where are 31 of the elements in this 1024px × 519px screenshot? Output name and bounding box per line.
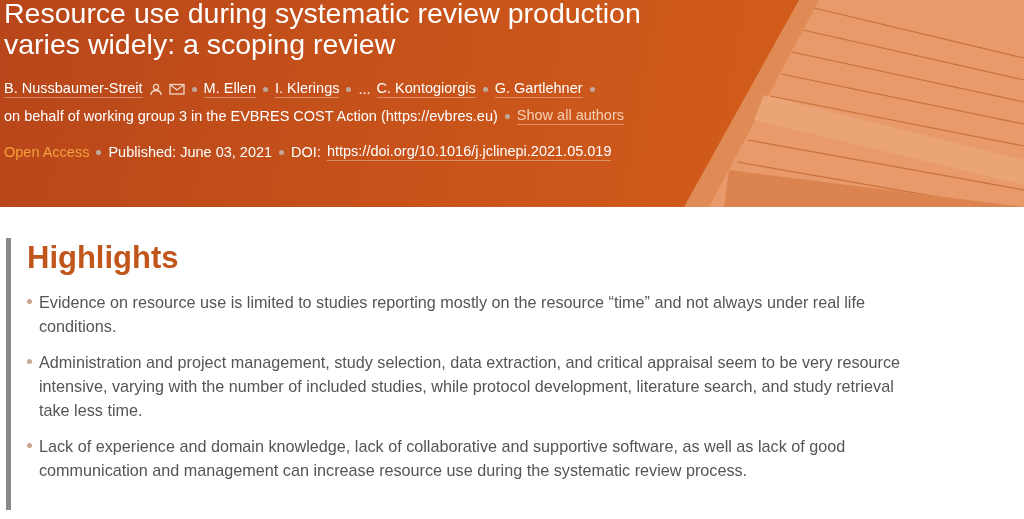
highlight-text: Evidence on resource use is limited to studies reporting mostly on the resource “time” and not always under real life conditions. xyxy=(39,292,866,337)
doi-label: DOI: xyxy=(291,144,321,160)
author-link[interactable]: B. Nussbaumer-Streit xyxy=(4,80,143,98)
author-link[interactable]: C. Kontogiorgis xyxy=(376,80,476,98)
separator-dot xyxy=(263,86,268,92)
article-title: Resource use during systematic review production xyxy=(4,0,642,29)
author-link[interactable]: M. Ellen xyxy=(203,80,256,98)
separator-dot xyxy=(96,149,102,155)
person-icon[interactable] xyxy=(148,82,163,96)
bullet-dot xyxy=(27,359,32,364)
separator-dot xyxy=(589,86,595,92)
doi-link[interactable]: https://doi.org/10.1016/j.jclinepi.2021.05.019 xyxy=(326,143,612,161)
show-all-authors-link[interactable]: Show all authors xyxy=(516,107,624,125)
open-access-label: Open Access xyxy=(4,144,90,160)
separator-dot xyxy=(482,86,488,92)
author-link[interactable]: G. Gartlehner xyxy=(494,80,583,98)
mail-icon[interactable] xyxy=(168,82,185,96)
article-title: varies widely: a scoping review xyxy=(4,29,396,60)
bullet-dot xyxy=(27,443,32,448)
separator-dot xyxy=(346,86,352,92)
author-ellipsis: ... xyxy=(358,81,371,97)
separator-dot xyxy=(279,149,285,155)
working-group-text: on behalf of working group 3 in the EVBRES COST Action (https://evbres.eu) xyxy=(4,108,498,124)
highlights-heading: Highlights xyxy=(27,240,180,276)
separator-dot xyxy=(191,86,197,92)
highlight-text: Administration and project management, study selection, data extraction, and critical appraisal seem to be very resource intensive, varying with the number of included studies, while protocol development, literature search, and study retrieval take less time. xyxy=(39,352,902,421)
published-date: Published: June 03, 2021 xyxy=(108,144,273,160)
bullet-dot xyxy=(27,299,32,304)
author-link[interactable]: I. Klerings xyxy=(275,80,340,98)
separator-dot xyxy=(504,113,510,119)
highlight-text: Lack of experience and domain knowledge, lack of collaborative and supportive software, as well as lack of good communication and management can increase resource use during the systematic review process. xyxy=(39,436,847,481)
